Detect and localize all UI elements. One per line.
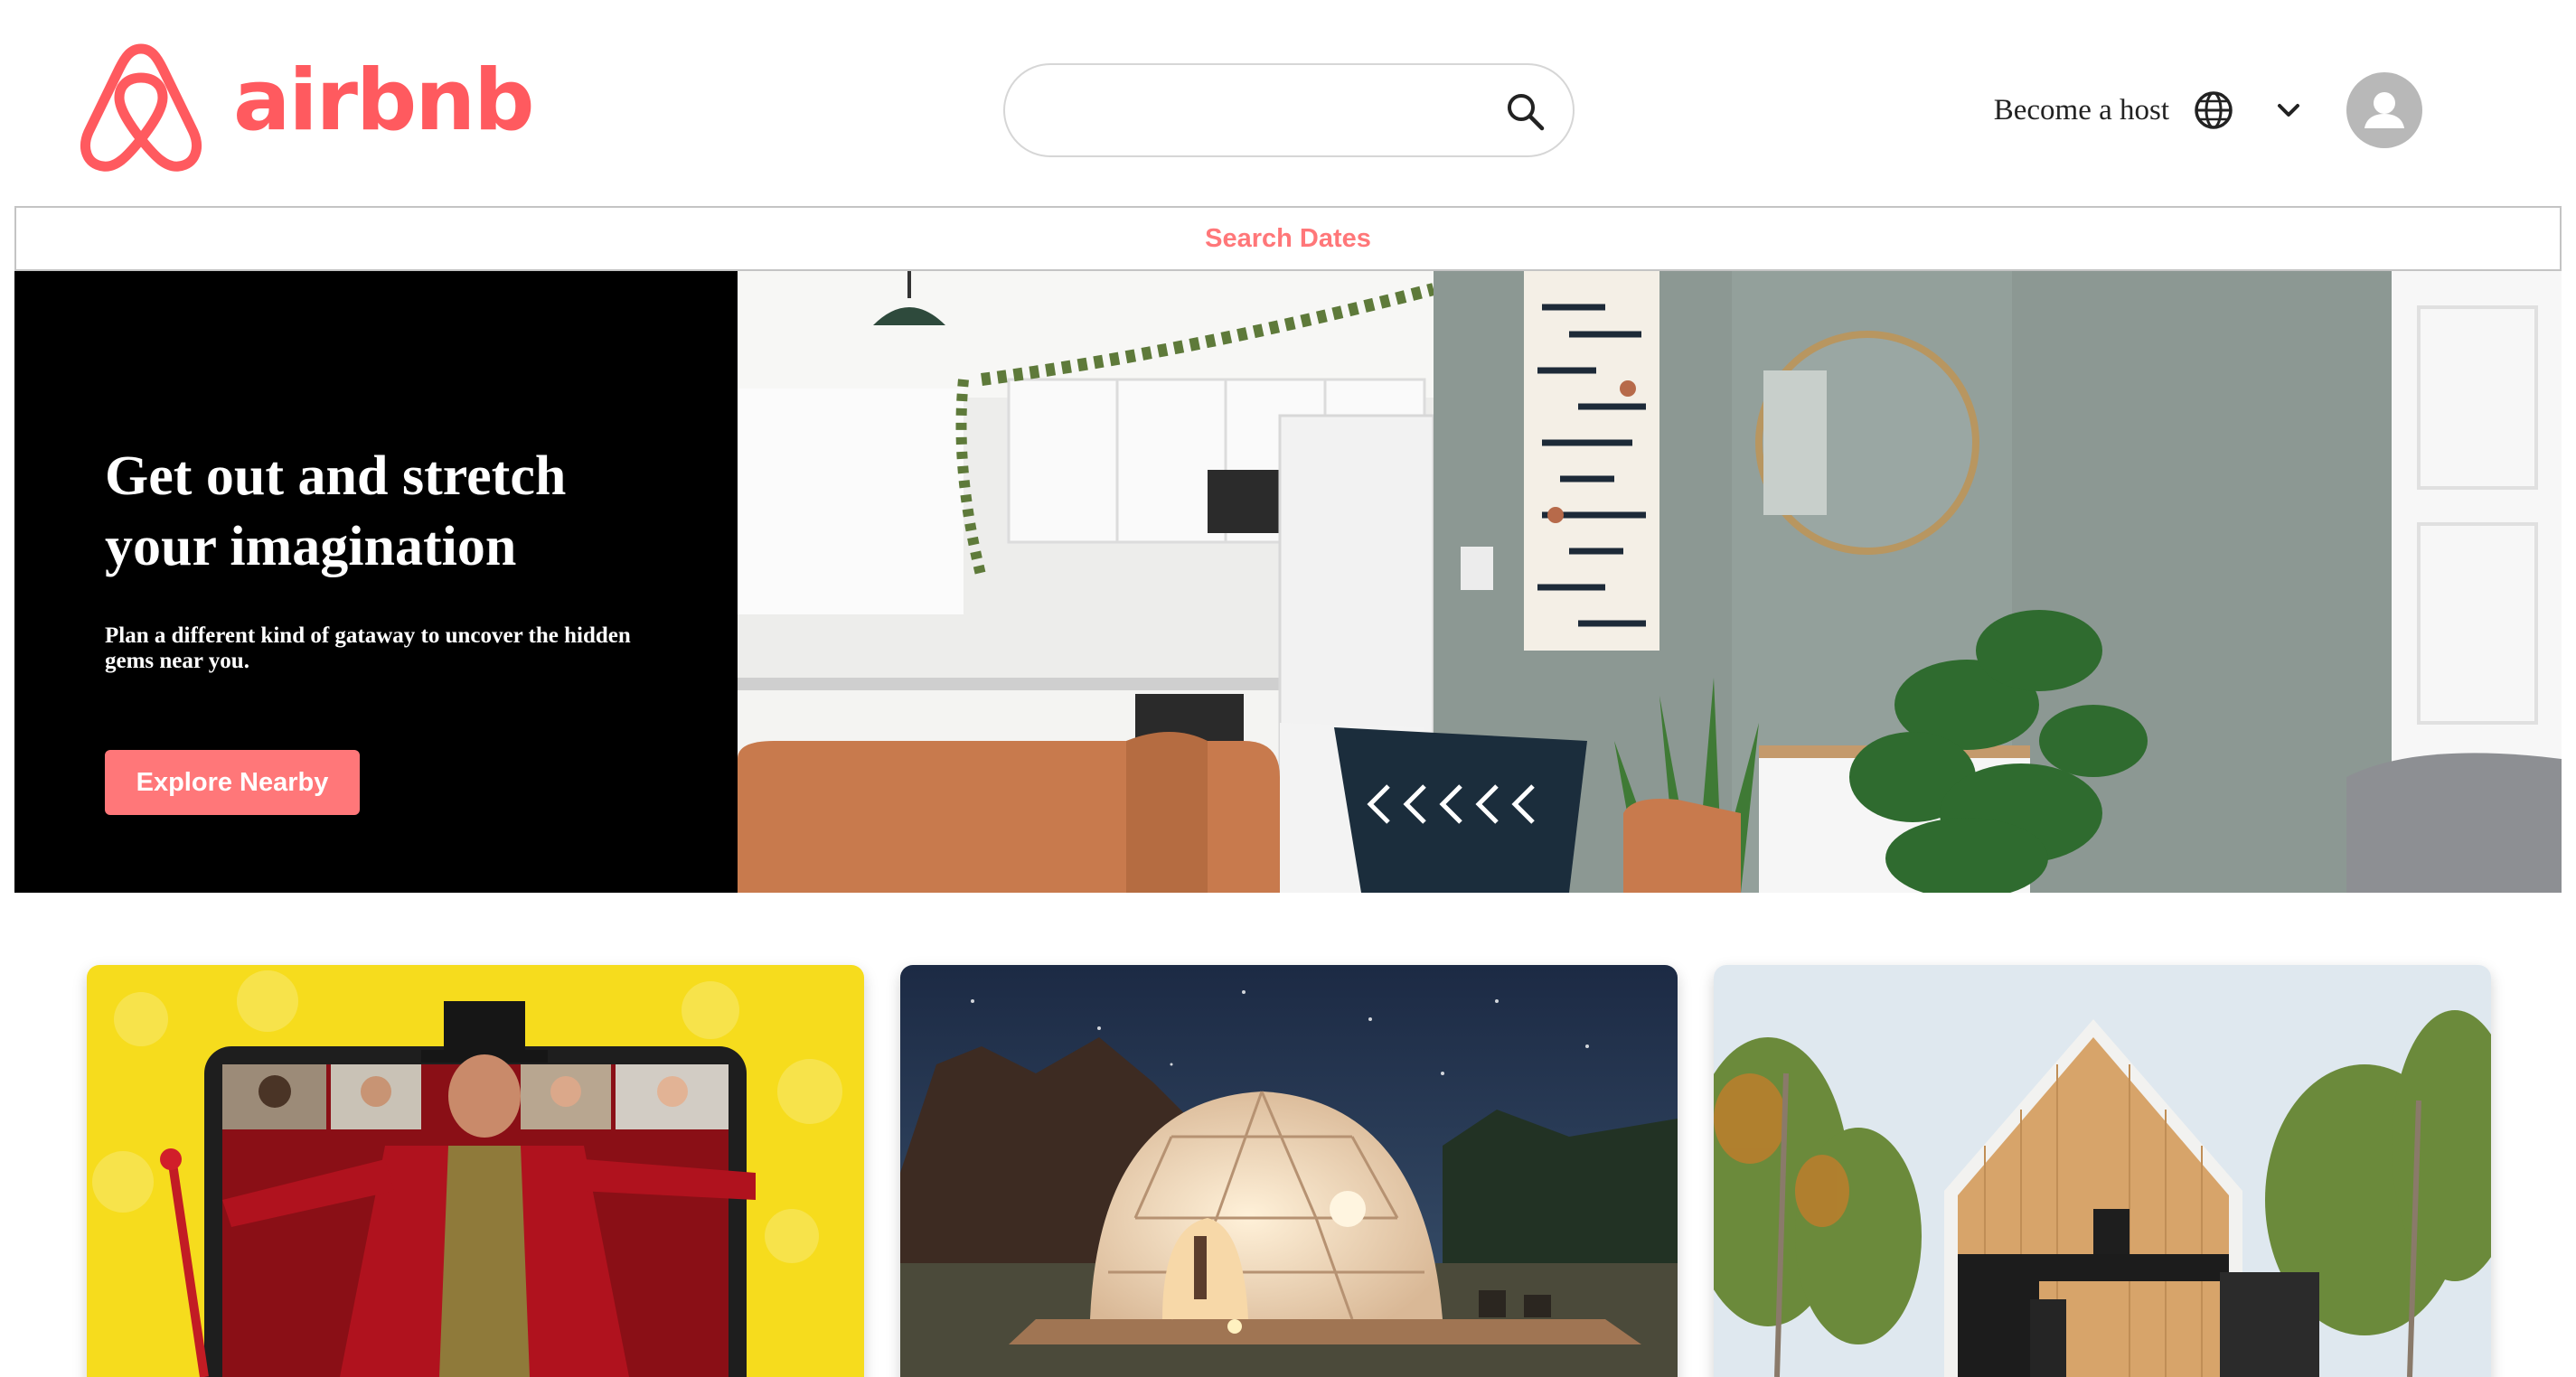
search-dates-label: Search Dates: [1205, 223, 1371, 253]
explore-nearby-button[interactable]: Explore Nearby: [105, 750, 360, 815]
globe-icon[interactable]: [2193, 89, 2234, 131]
search-box[interactable]: [1003, 63, 1575, 157]
search-icon[interactable]: [1502, 89, 1549, 136]
become-host-link[interactable]: Become a host: [1994, 94, 2169, 127]
hero-banner: Get out and stretch your imagination Pla…: [14, 271, 2562, 893]
hero-subtitle: Plan a different kind of gataway to unco…: [105, 623, 631, 673]
airbnb-logo[interactable]: airbnb: [72, 33, 535, 177]
card-online-experiences[interactable]: [87, 965, 864, 1377]
hero-text-panel: Get out and stretch your imagination Pla…: [14, 271, 738, 893]
airbnb-belo-icon: [80, 43, 202, 172]
hero-title: Get out and stretch your imagination: [105, 445, 567, 577]
brand-name: airbnb: [233, 51, 535, 150]
search-dates-button[interactable]: Search Dates: [14, 206, 2562, 271]
user-avatar-icon: [2364, 92, 2404, 128]
category-cards: [87, 965, 2491, 1377]
glamping-dome-night-image: [900, 965, 1678, 1377]
search-input[interactable]: [1038, 83, 1471, 139]
online-experience-ringmaster-image: [87, 965, 864, 1377]
card-unique-stays[interactable]: [900, 965, 1678, 1377]
hero-living-room-image: [738, 271, 2562, 893]
header-actions: Become a host: [1994, 72, 2422, 148]
user-avatar[interactable]: [2346, 72, 2422, 148]
card-entire-homes[interactable]: [1714, 965, 2491, 1377]
header: airbnb Become a host: [0, 0, 2576, 206]
wooden-cabin-forest-image: [1714, 965, 2491, 1377]
chevron-down-icon[interactable]: [2272, 94, 2305, 126]
